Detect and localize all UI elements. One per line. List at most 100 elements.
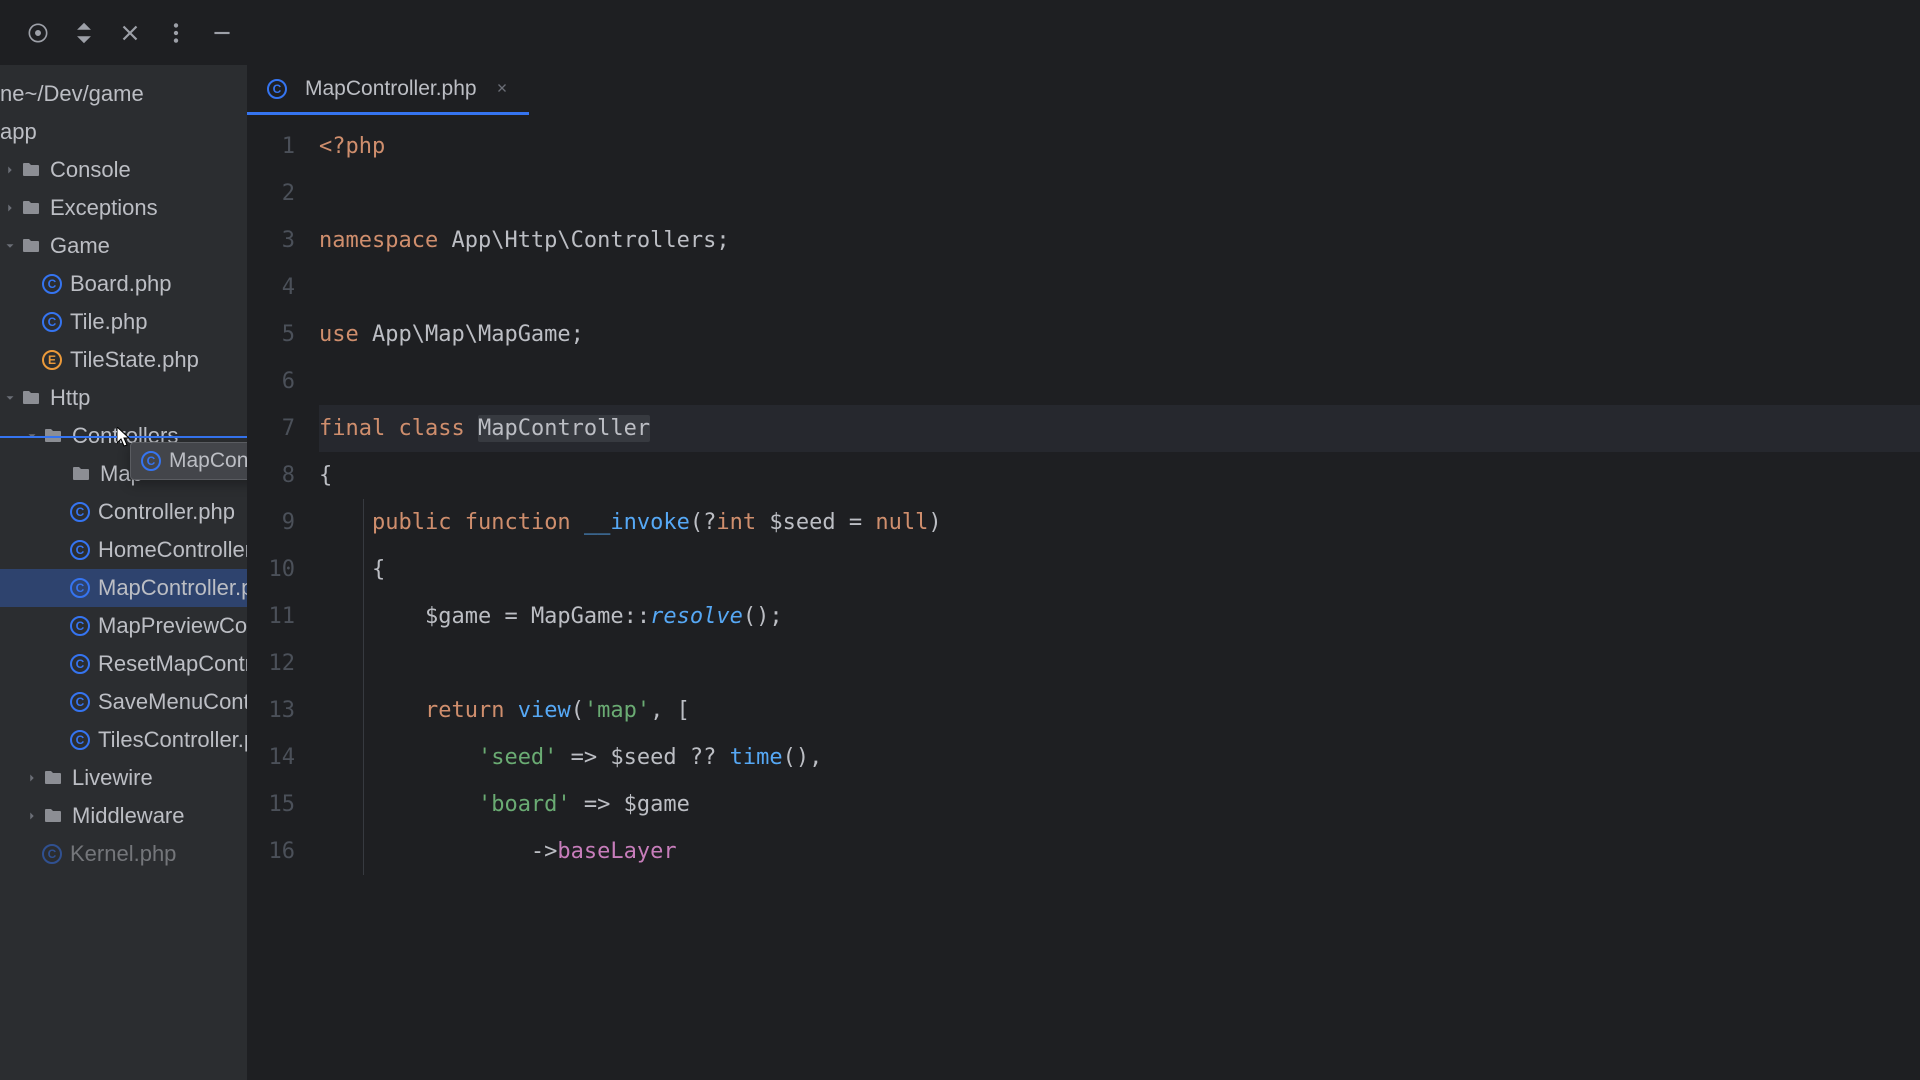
folder-icon xyxy=(42,767,64,789)
folder-label: Exceptions xyxy=(50,195,158,221)
file-controller[interactable]: C Controller.php xyxy=(0,493,247,531)
folder-label: Middleware xyxy=(72,803,185,829)
code-line: { xyxy=(319,452,1920,499)
file-kernel[interactable]: C Kernel.php xyxy=(0,835,247,873)
chevron-right-icon xyxy=(0,198,20,218)
line-number: 4 xyxy=(247,264,295,311)
line-number: 8 xyxy=(247,452,295,499)
class-icon: C xyxy=(70,654,90,674)
file-save-menu-controller[interactable]: C SaveMenuControlle xyxy=(0,683,247,721)
folder-game[interactable]: Game xyxy=(0,227,247,265)
chevron-down-icon xyxy=(0,388,20,408)
folder-console[interactable]: Console xyxy=(0,151,247,189)
file-label: ResetMapControlle xyxy=(98,651,247,677)
line-number: 12 xyxy=(247,640,295,687)
class-icon: C xyxy=(70,692,90,712)
close-icon[interactable] xyxy=(117,20,143,46)
folder-icon xyxy=(70,463,92,485)
code-line: { xyxy=(319,546,1920,593)
line-number: 6 xyxy=(247,358,295,405)
class-icon: C xyxy=(70,578,90,598)
line-number: 15 xyxy=(247,781,295,828)
class-icon: C xyxy=(267,79,287,99)
class-icon: C xyxy=(141,451,161,471)
code-line: namespace App\Http\Controllers; xyxy=(319,217,1920,264)
line-number: 16 xyxy=(247,828,295,875)
code-area[interactable]: 1 2 3 4 5 6 7 8 9 10 11 12 13 14 15 16 <… xyxy=(247,115,1920,1080)
code-line: 'seed' => $seed ?? time(), xyxy=(319,734,1920,781)
line-gutter: 1 2 3 4 5 6 7 8 9 10 11 12 13 14 15 16 xyxy=(247,123,319,1080)
tab-close-icon[interactable] xyxy=(495,77,509,101)
chevron-right-icon xyxy=(22,806,42,826)
folder-http[interactable]: Http xyxy=(0,379,247,417)
line-number: 7 xyxy=(247,405,295,452)
folder-label: Livewire xyxy=(72,765,153,791)
tab-title: MapController.php xyxy=(305,77,477,101)
file-home-controller[interactable]: C HomeController.ph xyxy=(0,531,247,569)
code-line: use App\Map\MapGame; xyxy=(319,311,1920,358)
enum-icon: E xyxy=(42,350,62,370)
class-icon: C xyxy=(42,312,62,332)
project-root[interactable]: ne ~/Dev/game xyxy=(0,75,247,113)
file-tiles-controller[interactable]: C TilesController.php xyxy=(0,721,247,759)
folder-label: Console xyxy=(50,157,131,183)
file-label: MapPreviewContro xyxy=(98,613,247,639)
file-label: MapController.php xyxy=(98,575,247,601)
drag-file-label: MapController.php xyxy=(169,449,247,473)
file-label: TilesController.php xyxy=(98,727,247,753)
code-line: $game = MapGame::resolve(); xyxy=(319,593,1920,640)
file-reset-map-controller[interactable]: C ResetMapControlle xyxy=(0,645,247,683)
code-line: <?php xyxy=(319,123,1920,170)
folder-exceptions[interactable]: Exceptions xyxy=(0,189,247,227)
drop-indicator xyxy=(0,436,247,438)
code-line: return view('map', [ xyxy=(319,687,1920,734)
file-board[interactable]: C Board.php xyxy=(0,265,247,303)
folder-label: app xyxy=(0,119,37,145)
line-number: 14 xyxy=(247,734,295,781)
file-tilestate[interactable]: E TileState.php xyxy=(0,341,247,379)
code-line xyxy=(319,358,1920,405)
tab-bar: C MapController.php xyxy=(247,65,1920,115)
folder-livewire[interactable]: Livewire xyxy=(0,759,247,797)
code-line: 'board' => $game xyxy=(319,781,1920,828)
chevron-right-icon xyxy=(22,768,42,788)
file-label: Tile.php xyxy=(70,309,147,335)
target-icon[interactable] xyxy=(25,20,51,46)
line-number: 11 xyxy=(247,593,295,640)
folder-icon xyxy=(20,159,42,181)
folder-app[interactable]: app xyxy=(0,113,247,151)
line-number: 9 xyxy=(247,499,295,546)
folder-icon xyxy=(20,235,42,257)
file-map-preview-controller[interactable]: C MapPreviewContro xyxy=(0,607,247,645)
file-label: Board.php xyxy=(70,271,172,297)
folder-label: Game xyxy=(50,233,110,259)
more-icon[interactable] xyxy=(163,20,189,46)
line-number: 13 xyxy=(247,687,295,734)
main-area: ne ~/Dev/game app Console Exceptions Gam… xyxy=(0,65,1920,1080)
project-name: ne xyxy=(0,81,24,107)
class-icon: C xyxy=(70,730,90,750)
file-label: Controller.php xyxy=(98,499,235,525)
expand-collapse-icon[interactable] xyxy=(71,20,97,46)
file-label: SaveMenuControlle xyxy=(98,689,247,715)
folder-label: Http xyxy=(50,385,90,411)
code-line: ->baseLayer xyxy=(319,828,1920,875)
class-icon: C xyxy=(70,540,90,560)
line-number: 5 xyxy=(247,311,295,358)
line-number: 2 xyxy=(247,170,295,217)
file-map-controller[interactable]: C MapController.php xyxy=(0,569,247,607)
code-content[interactable]: <?php namespace App\Http\Controllers; us… xyxy=(319,123,1920,1080)
code-line: final class MapController xyxy=(319,405,1920,452)
minimize-icon[interactable] xyxy=(209,20,235,46)
file-label: HomeController.ph xyxy=(98,537,247,563)
code-line xyxy=(319,640,1920,687)
chevron-right-icon xyxy=(0,160,20,180)
folder-icon xyxy=(42,805,64,827)
folder-middleware[interactable]: Middleware xyxy=(0,797,247,835)
drag-tooltip: C MapController.php xyxy=(130,442,247,480)
toolbar xyxy=(0,0,1920,65)
folder-icon xyxy=(20,387,42,409)
tab-map-controller[interactable]: C MapController.php xyxy=(247,65,529,115)
file-label: TileState.php xyxy=(70,347,199,373)
file-tile[interactable]: C Tile.php xyxy=(0,303,247,341)
